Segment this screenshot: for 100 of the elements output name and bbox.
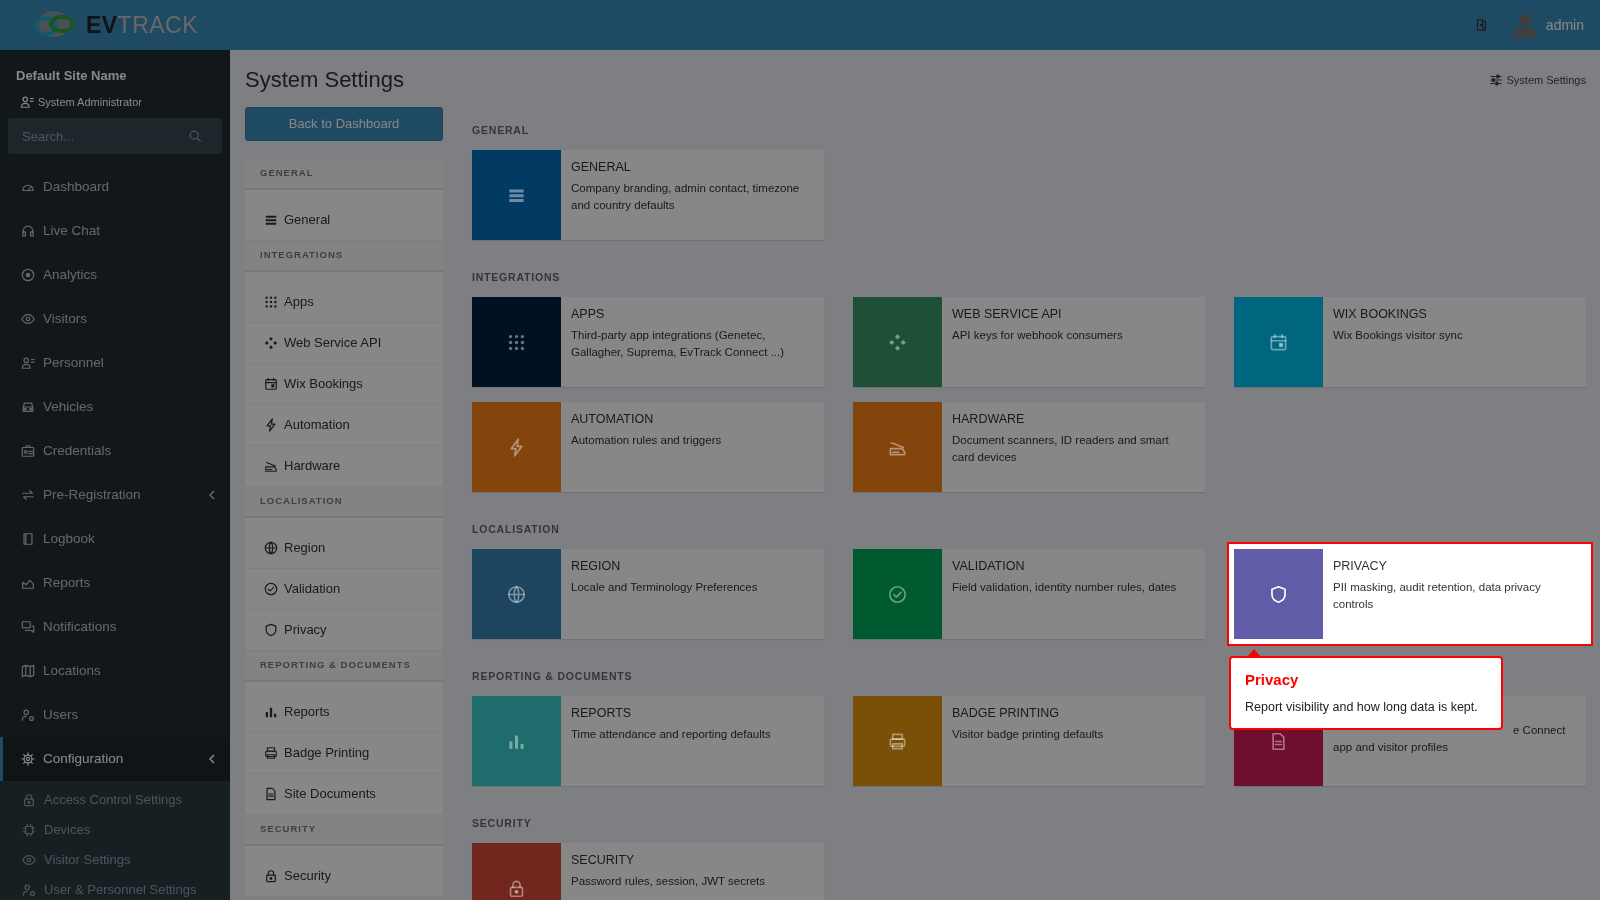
list-icon: [264, 213, 278, 227]
lock-icon: [264, 869, 278, 883]
site-name: Default Site Name: [16, 67, 128, 85]
globe-icon: [264, 541, 278, 555]
card-title: PRIVACY: [1333, 558, 1388, 575]
settings-card[interactable]: VALIDATION Field validation, identity number rules, dates: [853, 549, 1205, 639]
card-description: Third-party app integrations (Genetec, Gallagher, Suprema, EvTrack Connect ...): [571, 327, 786, 360]
document-icon: [264, 787, 278, 801]
card-description: Field validation, identity number rules, dates: [952, 579, 1177, 595]
tooltip-title: Privacy: [1245, 670, 1300, 690]
card-title: GENERAL: [571, 159, 632, 176]
sidebar-item[interactable]: Visitors: [0, 297, 230, 341]
card-title: HARDWARE: [952, 411, 1026, 428]
settings-card[interactable]: WIX BOOKINGS Wix Bookings visitor sync: [1234, 297, 1586, 387]
section-heading: INTEGRATIONS: [472, 270, 561, 284]
settings-nav-item[interactable]: Reports: [245, 692, 443, 733]
globe-icon: [507, 584, 526, 604]
card-title: SECURITY: [571, 852, 636, 869]
settings-card[interactable]: GENERAL Company branding, admin contact, timezone and country defaults: [472, 150, 824, 240]
move-icon: [264, 336, 278, 350]
settings-nav-item[interactable]: Validation: [245, 569, 443, 610]
sidebar-item[interactable]: Credentials: [0, 429, 230, 473]
car-icon: [21, 400, 35, 414]
card-description: Locale and Terminology Preferences: [571, 579, 758, 595]
card-title: BADGE PRINTING: [952, 705, 1060, 722]
tooltip-text: Report visibility and how long data is kept.: [1245, 698, 1479, 716]
scanner-icon: [264, 459, 278, 473]
settings-card[interactable]: HARDWARE Document scanners, ID readers and smart card devices: [853, 402, 1205, 492]
chat-icon: [21, 620, 35, 634]
settings-card[interactable]: WEB SERVICE API API keys for webhook consumers: [853, 297, 1205, 387]
nav-group-heading: SECURITY: [245, 815, 443, 846]
section-heading: REPORTING & DOCUMENTS: [472, 669, 633, 683]
lock-icon: [507, 878, 526, 898]
card-title: REGION: [571, 558, 622, 575]
settings-card[interactable]: AUTOMATION Automation rules and triggers: [472, 402, 824, 492]
card-title: APPS: [571, 306, 606, 323]
sidebar-item[interactable]: Logbook: [0, 517, 230, 561]
person-icon: [20, 94, 34, 109]
section-heading: SECURITY: [472, 816, 532, 830]
grid-icon: [507, 332, 526, 352]
settings-card[interactable]: BADGE PRINTING Visitor badge printing defaults: [853, 696, 1205, 786]
settings-nav-item[interactable]: Apps: [245, 282, 443, 323]
sidebar-item[interactable]: Locations: [0, 649, 230, 693]
move-icon: [888, 332, 907, 352]
book-icon: [21, 532, 35, 546]
printer-icon: [888, 731, 907, 751]
sidebar-item[interactable]: Analytics: [0, 253, 230, 297]
gear-icon: [21, 752, 35, 766]
settings-card[interactable]: REGION Locale and Terminology Preferences: [472, 549, 824, 639]
document-icon: [1269, 731, 1288, 751]
card-description: Wix Bookings visitor sync: [1333, 327, 1463, 343]
eye-icon: [21, 312, 35, 326]
card-description: Visitor badge printing defaults: [952, 726, 1104, 742]
settings-nav-item[interactable]: Region: [245, 528, 443, 569]
user-name[interactable]: admin: [1545, 14, 1584, 36]
calendar-icon: [264, 377, 278, 391]
printer-icon: [264, 746, 278, 760]
card-title: WIX BOOKINGS: [1333, 306, 1428, 323]
card-description: e Connect: [1513, 724, 1566, 736]
settings-nav-item[interactable]: Wix Bookings: [245, 364, 443, 405]
sidebar-item[interactable]: Personnel: [0, 341, 230, 385]
logo-text: EVTRACK: [85, 10, 199, 40]
page-title: System Settings: [245, 66, 404, 94]
search-icon: [188, 129, 202, 143]
card-description: Automation rules and triggers: [571, 432, 722, 448]
breadcrumb-link[interactable]: System Settings: [1506, 71, 1586, 89]
eye-icon: [22, 853, 36, 867]
check-circle-icon: [888, 584, 907, 604]
sidebar-item[interactable]: Notifications: [0, 605, 230, 649]
settings-card[interactable]: APPS Third-party app integrations (Genetec, Gallagher, Suprema, EvTrack Connect ...): [472, 297, 824, 387]
sidebar-item[interactable]: Pre-Registration: [0, 473, 230, 517]
nav-group-heading: GENERAL: [245, 159, 443, 190]
calendar-icon: [1269, 332, 1288, 352]
card-title: WEB SERVICE API: [952, 306, 1063, 323]
nav-group-heading: LOCALISATION: [245, 487, 443, 518]
avatar-icon[interactable]: [1511, 12, 1538, 38]
card-title: REPORTS: [571, 705, 633, 722]
section-heading: GENERAL: [472, 123, 529, 137]
card-description: Password rules, session, JWT secrets: [571, 873, 766, 889]
sidebar-item[interactable]: Dashboard: [0, 165, 230, 209]
settings-nav-item[interactable]: Automation: [245, 405, 443, 446]
settings-nav-item[interactable]: Web Service API: [245, 323, 443, 364]
sliders-icon: [1488, 73, 1503, 87]
card-description: PII masking, audit retention, data privacy controls: [1333, 579, 1542, 612]
settings-card[interactable]: REPORTS Time attendance and reporting defaults: [472, 696, 824, 786]
settings-nav-item[interactable]: Badge Printing: [245, 733, 443, 774]
settings-card[interactable]: SECURITY Password rules, session, JWT secrets: [472, 843, 824, 900]
headset-icon: [21, 224, 35, 238]
sidebar-item[interactable]: Users: [0, 693, 230, 737]
sidebar-item[interactable]: Live Chat: [0, 209, 230, 253]
sidebar-item[interactable]: Vehicles: [0, 385, 230, 429]
sidebar-item[interactable]: Reports: [0, 561, 230, 605]
user-gear-icon: [21, 708, 35, 722]
nav-group-heading: INTEGRATIONS: [245, 241, 443, 272]
lightning-icon: [507, 437, 526, 457]
shield-icon: [264, 623, 278, 637]
nav-group-heading: REPORTING & DOCUMENTS: [245, 651, 443, 682]
back-button[interactable]: Back to Dashboard: [245, 107, 443, 141]
grid-icon: [264, 295, 278, 309]
settings-nav-item[interactable]: Security: [245, 856, 443, 897]
